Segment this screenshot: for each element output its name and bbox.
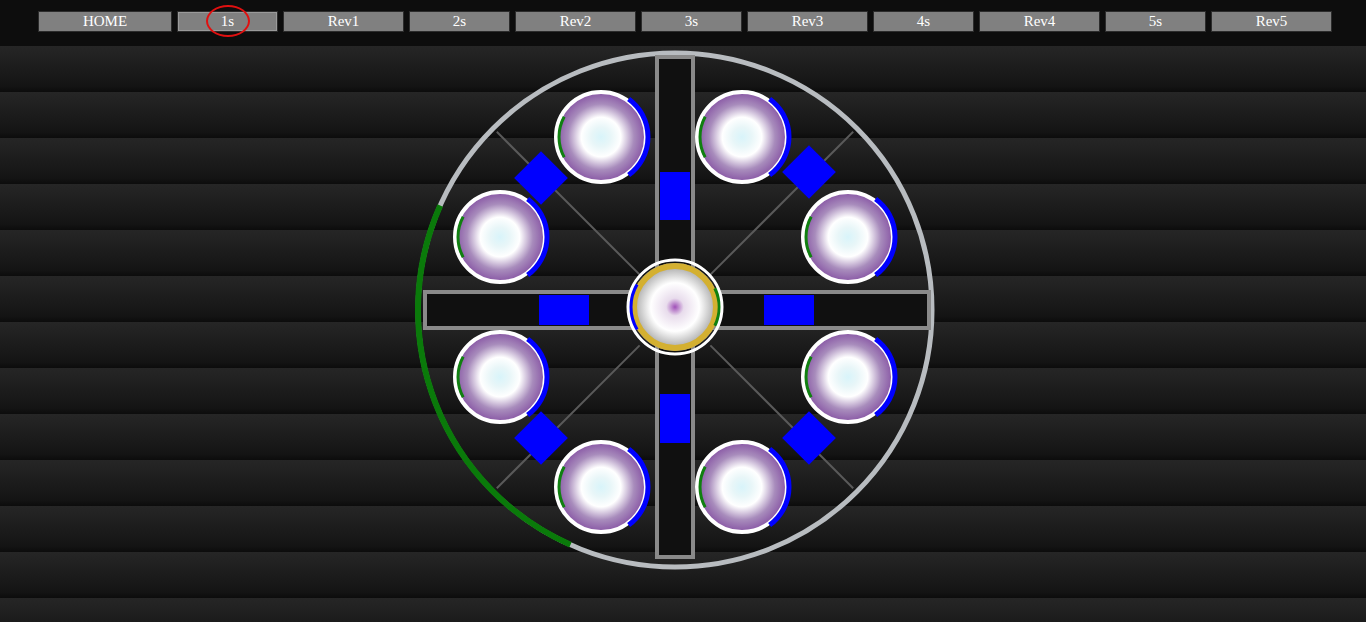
blue-block: [660, 172, 690, 220]
wheel-node[interactable]: [803, 192, 895, 282]
diagram-area: [0, 46, 1366, 622]
nav-button[interactable]: Rev3: [747, 11, 868, 32]
wheel-diagram: [0, 46, 1366, 622]
nav-button[interactable]: 1s: [177, 11, 278, 32]
nav-button[interactable]: HOME: [38, 11, 172, 32]
wheel-node[interactable]: [455, 332, 547, 422]
blue-block: [782, 145, 836, 199]
wheel-node[interactable]: [697, 442, 789, 532]
nav-bar: HOME1sRev12sRev23sRev34sRev45sRev5: [0, 0, 1366, 46]
nav-item: 3s: [641, 9, 742, 33]
nav-item: HOME: [38, 9, 172, 33]
page: HOME1sRev12sRev23sRev34sRev45sRev5: [0, 0, 1366, 622]
nav-button[interactable]: Rev2: [515, 11, 636, 32]
blue-block: [514, 411, 568, 465]
hub[interactable]: [628, 260, 722, 354]
nav-button[interactable]: 5s: [1105, 11, 1206, 32]
blue-block: [539, 295, 589, 325]
nav-item: 2s: [409, 9, 510, 33]
wheel-node[interactable]: [803, 332, 895, 422]
wheel-node[interactable]: [697, 92, 789, 182]
selection-circle: [206, 5, 250, 37]
nav-item: Rev2: [515, 9, 636, 33]
nav-item: 5s: [1105, 9, 1206, 33]
wheel-node[interactable]: [556, 442, 648, 532]
wheel-node[interactable]: [455, 192, 547, 282]
nav-button[interactable]: 2s: [409, 11, 510, 32]
nav-item: 4s: [873, 9, 974, 33]
blue-block: [660, 394, 690, 443]
nav-item: Rev1: [283, 9, 404, 33]
outer-ring: [418, 53, 932, 567]
nav-button[interactable]: Rev1: [283, 11, 404, 32]
nav-button[interactable]: Rev4: [979, 11, 1100, 32]
nav-button[interactable]: 3s: [641, 11, 742, 32]
wheel-node[interactable]: [556, 92, 648, 182]
nav-item: Rev4: [979, 9, 1100, 33]
nav-item: 1s: [177, 9, 278, 33]
nav-button[interactable]: 4s: [873, 11, 974, 32]
blue-block: [764, 295, 814, 325]
nav-item: Rev3: [747, 9, 868, 33]
nav-item: Rev5: [1211, 9, 1332, 33]
nav-button[interactable]: Rev5: [1211, 11, 1332, 32]
